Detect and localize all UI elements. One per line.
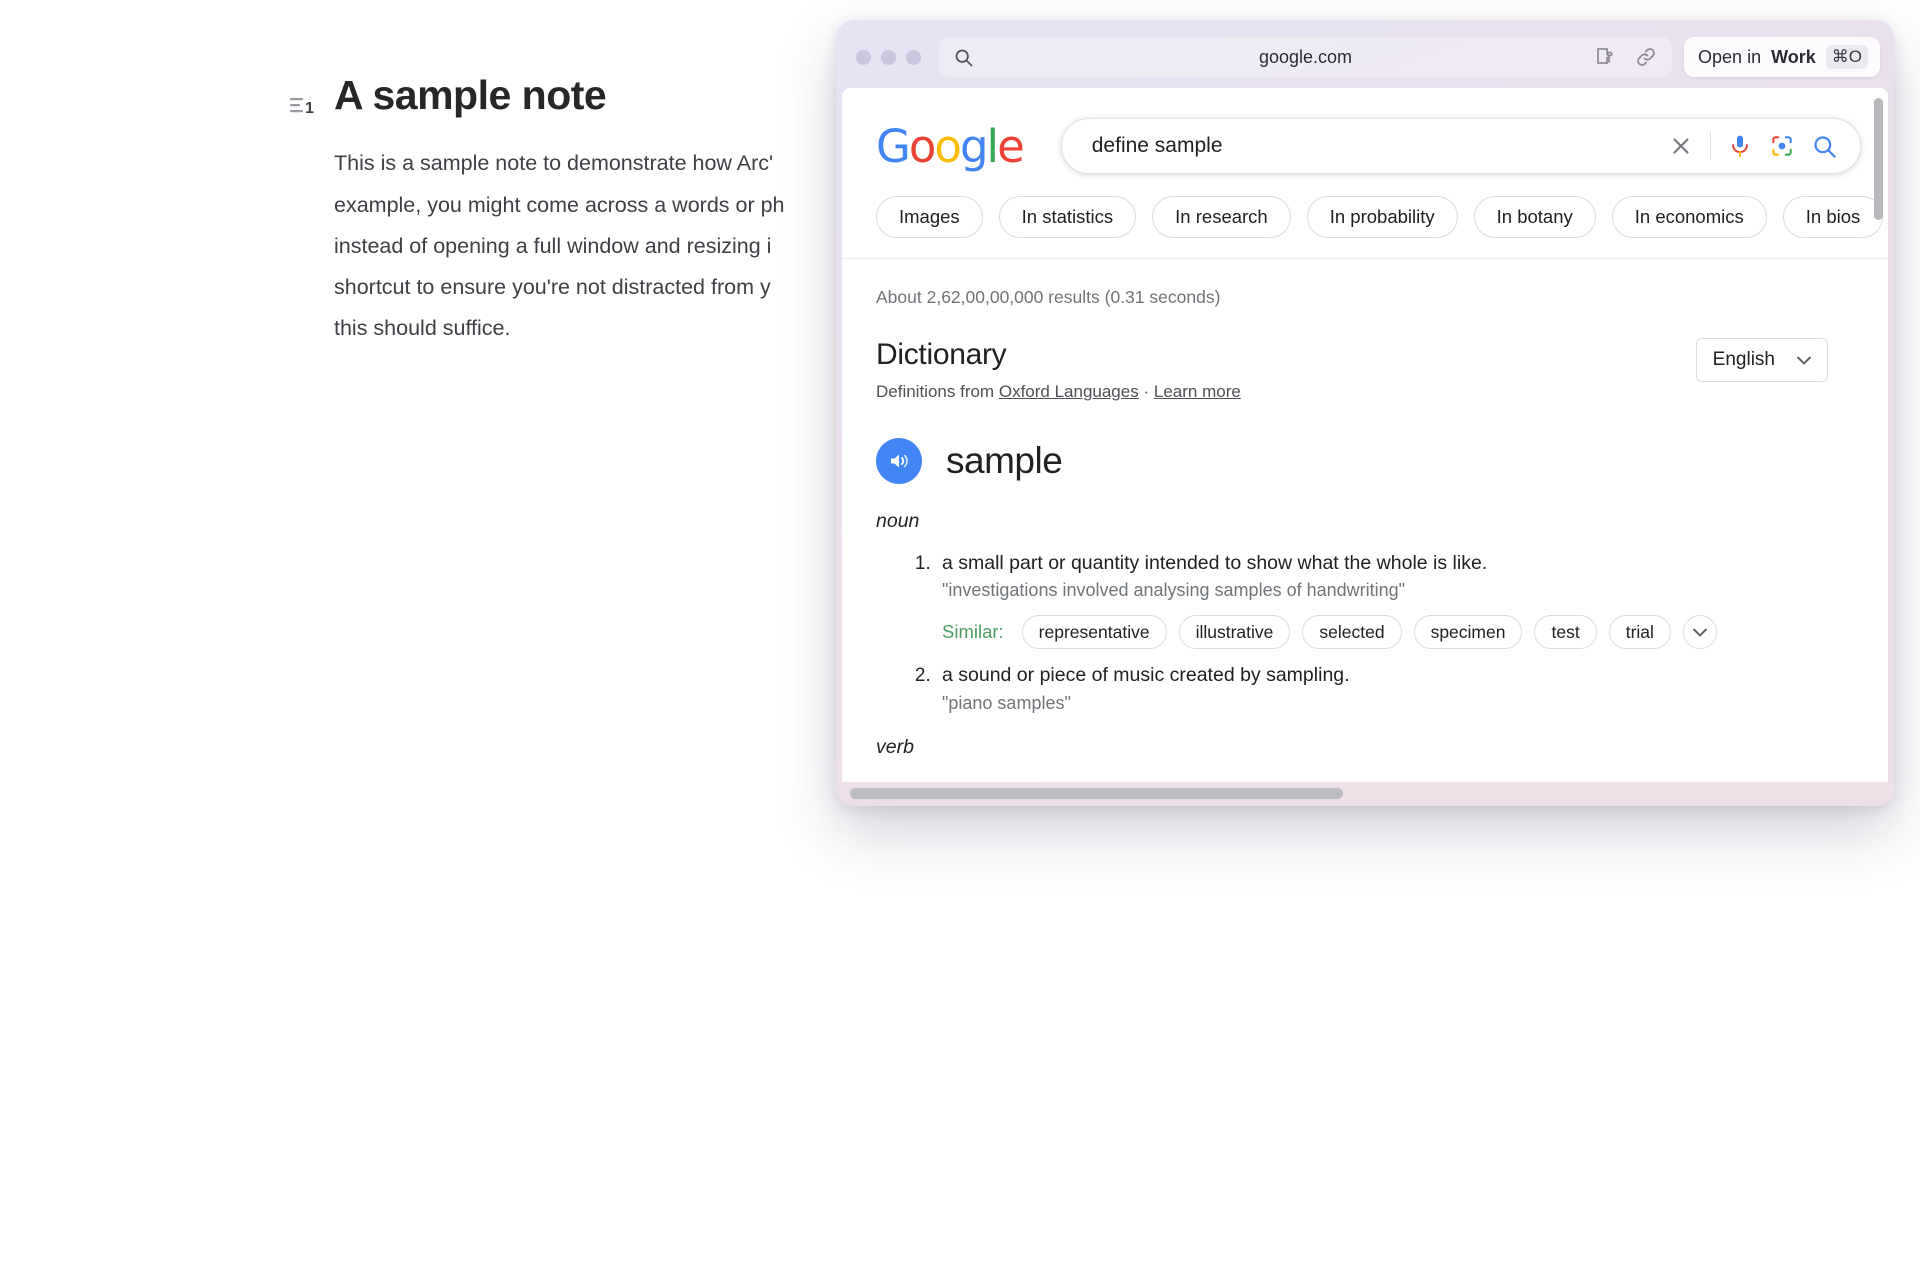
svg-text:1: 1 — [305, 100, 314, 117]
dictionary-word-row: sample — [876, 438, 1888, 484]
dictionary-title: Dictionary — [876, 338, 1007, 371]
open-in-profile-name: Work — [1771, 46, 1816, 67]
web-content-viewport: Google define sample Images In statistic… — [842, 88, 1888, 782]
google-search-header: Google define sample — [842, 88, 1888, 174]
result-stats: About 2,62,00,00,000 results (0.31 secon… — [876, 287, 1221, 307]
logo-letter-o1: o — [908, 119, 937, 173]
submit-search-icon[interactable] — [1811, 133, 1838, 160]
expand-synonyms-button[interactable] — [1682, 615, 1717, 650]
definition-example: "investigations involved analysing sampl… — [942, 580, 1406, 601]
search-results: About 2,62,00,00,000 results (0.31 secon… — [842, 259, 1888, 759]
copy-link-icon[interactable] — [1634, 45, 1658, 69]
definition-list: a small part or quantity intended to sho… — [936, 551, 1888, 714]
similar-label: Similar: — [942, 621, 1004, 643]
search-divider — [1709, 132, 1711, 160]
vertical-scrollbar[interactable] — [1874, 98, 1883, 220]
google-logo[interactable]: Google — [876, 124, 1025, 169]
maximize-window-button[interactable] — [906, 49, 921, 65]
mini-browser-window[interactable]: google.com Open in Work ⌘O Google define… — [836, 20, 1894, 806]
synonym-chip-representative[interactable]: representative — [1021, 615, 1167, 650]
language-select[interactable]: English — [1695, 338, 1828, 382]
synonym-chip-illustrative[interactable]: illustrative — [1178, 615, 1291, 650]
logo-letter-l: l — [986, 119, 999, 173]
clear-search-icon[interactable] — [1668, 133, 1694, 159]
google-lens-icon[interactable] — [1769, 133, 1795, 159]
address-bar[interactable]: google.com — [939, 37, 1673, 77]
search-box[interactable]: define sample — [1060, 118, 1861, 174]
screen: 1 A sample note This is a sample note to… — [0, 0, 1920, 1280]
open-in-label: Open in — [1698, 46, 1762, 67]
dictionary-header: Dictionary Definitions from Oxford Langu… — [876, 338, 1888, 402]
definition-text: a sound or piece of music created by sam… — [942, 664, 1350, 687]
filter-chip-in-biostatistics[interactable]: In bios — [1782, 196, 1884, 238]
synonym-chip-selected[interactable]: selected — [1302, 615, 1402, 650]
synonym-chip-test[interactable]: test — [1534, 615, 1597, 650]
minimize-window-button[interactable] — [881, 49, 896, 65]
chevron-down-icon — [1797, 349, 1811, 371]
language-select-value: English — [1712, 349, 1775, 370]
browser-titlebar: google.com Open in Work ⌘O — [842, 26, 1888, 88]
definition-item: a sound or piece of music created by sam… — [936, 663, 1888, 713]
note-document: 1 A sample note This is a sample note to… — [0, 0, 900, 350]
part-of-speech-verb: verb — [876, 735, 914, 758]
open-in-shortcut: ⌘O — [1825, 45, 1868, 69]
address-bar-actions — [1594, 45, 1658, 69]
heading-level-1-icon: 1 — [290, 92, 318, 120]
search-filter-chips: Images In statistics In research In prob… — [842, 174, 1888, 259]
logo-letter-o2: o — [934, 119, 962, 173]
filter-chip-in-statistics[interactable]: In statistics — [998, 196, 1137, 238]
filter-chip-in-botany[interactable]: In botany — [1473, 196, 1596, 238]
definition-text: a small part or quantity intended to sho… — [942, 552, 1488, 574]
window-traffic-lights[interactable] — [850, 49, 927, 65]
synonym-chip-specimen[interactable]: specimen — [1413, 615, 1523, 650]
horizontal-scrollbar-thumb[interactable] — [850, 787, 1343, 799]
dictionary-source-separator: · — [1143, 382, 1150, 401]
similar-words-row: Similar: representative illustrative sel… — [936, 615, 1888, 650]
dictionary-source-prefix: Definitions from — [876, 382, 995, 401]
part-of-speech-noun: noun — [876, 510, 920, 532]
oxford-languages-link[interactable]: Oxford Languages — [999, 382, 1139, 401]
definition-example: "piano samples" — [942, 692, 1071, 713]
close-window-button[interactable] — [856, 49, 871, 65]
synonym-chip-trial[interactable]: trial — [1608, 615, 1671, 650]
learn-more-link[interactable]: Learn more — [1154, 382, 1241, 401]
filter-chip-images[interactable]: Images — [876, 196, 983, 238]
search-input[interactable]: define sample — [1092, 134, 1652, 158]
extensions-icon[interactable] — [1594, 45, 1618, 69]
dictionary-header-left: Dictionary Definitions from Oxford Langu… — [876, 338, 1696, 402]
definition-item: a small part or quantity intended to sho… — [936, 551, 1888, 650]
voice-search-icon[interactable] — [1727, 133, 1753, 159]
open-in-profile-button[interactable]: Open in Work ⌘O — [1684, 37, 1880, 77]
filter-chip-in-research[interactable]: In research — [1152, 196, 1291, 238]
filter-chip-in-economics[interactable]: In economics — [1611, 196, 1767, 238]
horizontal-scrollbar[interactable] — [842, 782, 1888, 804]
note-title-row: 1 A sample note — [290, 70, 900, 121]
filter-chip-in-probability[interactable]: In probability — [1306, 196, 1458, 238]
dictionary-word: sample — [946, 440, 1063, 481]
dictionary-source: Definitions from Oxford Languages · Lear… — [876, 382, 1696, 402]
note-title: A sample note — [334, 72, 607, 118]
url-text: google.com — [1258, 46, 1353, 67]
pronounce-audio-button[interactable] — [876, 438, 922, 484]
logo-letter-e: e — [997, 119, 1025, 173]
logo-letter-g1: G — [876, 119, 911, 173]
logo-letter-g2: g — [959, 119, 989, 173]
